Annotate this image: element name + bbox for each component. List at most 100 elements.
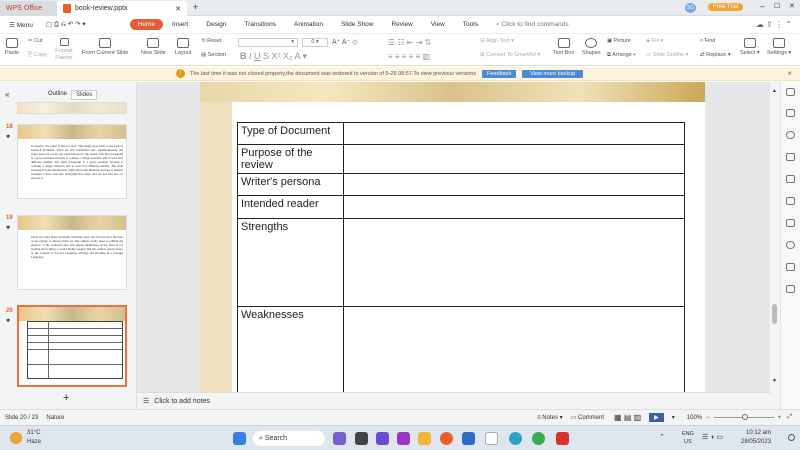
- windows-start-icon[interactable]: [233, 432, 246, 445]
- tab-slides[interactable]: Slides: [71, 90, 98, 100]
- teams-icon[interactable]: [376, 432, 389, 445]
- row-intended-reader[interactable]: Intended reader: [237, 195, 344, 219]
- notes-toggle[interactable]: ≡ Notes ▾: [537, 414, 563, 421]
- paste-button[interactable]: Paste: [5, 38, 19, 56]
- picture-icon[interactable]: [786, 219, 795, 227]
- history-icon[interactable]: [786, 241, 795, 249]
- avatar[interactable]: SG: [685, 3, 696, 13]
- font-size-controls[interactable]: A⁺ A⁻ ◇: [332, 38, 358, 46]
- zoom-level[interactable]: 100%: [687, 415, 702, 421]
- app-icon[interactable]: [397, 432, 410, 445]
- design-icon[interactable]: [786, 109, 795, 117]
- row-strengths[interactable]: Strengths: [237, 218, 344, 307]
- from-current-slide-button[interactable]: From Current Slide: [82, 38, 128, 56]
- cell-type-of-document[interactable]: [343, 122, 685, 145]
- notification-icon[interactable]: [788, 434, 795, 441]
- scroll-thumb[interactable]: [772, 304, 777, 324]
- row-weaknesses[interactable]: Weaknesses: [237, 306, 344, 395]
- play-slideshow-icon[interactable]: ▶: [649, 413, 664, 422]
- tab-transitions[interactable]: Transitions: [235, 21, 285, 28]
- reset-button[interactable]: ⟲ Reset: [201, 38, 222, 44]
- collapse-panel-icon[interactable]: «: [5, 90, 9, 99]
- cut-button[interactable]: ✂ Cut: [28, 38, 43, 44]
- zoom-in-icon[interactable]: +: [778, 415, 782, 421]
- convert-smartart-button[interactable]: ⊞ Convert To SmartArt ▾: [480, 52, 540, 58]
- slide-thumbnail-17[interactable]: [17, 102, 127, 114]
- scroll-down-icon[interactable]: ▼: [772, 378, 777, 384]
- taskbar-search[interactable]: ⌕ Search: [253, 431, 325, 446]
- settings-button[interactable]: Settings ▾: [767, 38, 791, 56]
- align-text-button[interactable]: ⊟ Align Text ▾: [480, 38, 514, 44]
- arrange-button[interactable]: ⧉ Arrange ▾: [607, 52, 636, 59]
- minimize-icon[interactable]: –: [760, 2, 764, 11]
- select-button[interactable]: Select ▾: [740, 38, 760, 56]
- cell-writers-persona[interactable]: [343, 173, 685, 196]
- clock-time[interactable]: 10:12 am: [746, 430, 771, 436]
- cell-intended-reader[interactable]: [343, 195, 685, 219]
- list-buttons[interactable]: ☰ ☷ ⇤ ⇥ ⇅: [388, 38, 431, 47]
- vertical-scrollbar[interactable]: ▲ ▼: [770, 82, 780, 409]
- toolbar-quick-icons[interactable]: ▢ ⎙ ⎌ ↶ ↷ ▾: [42, 20, 90, 29]
- transition-icon[interactable]: [786, 153, 795, 161]
- review-table[interactable]: Type of Document Purpose of the review W…: [237, 122, 685, 395]
- tab-home[interactable]: Home: [129, 19, 163, 30]
- firefox-icon[interactable]: [440, 432, 453, 445]
- close-notice-icon[interactable]: ✕: [787, 71, 792, 77]
- fit-window-icon[interactable]: ⤢: [787, 414, 792, 421]
- cell-strengths[interactable]: [343, 218, 685, 307]
- maximize-icon[interactable]: ☐: [774, 2, 780, 10]
- tab-design[interactable]: Design: [197, 21, 235, 28]
- app-icon[interactable]: [485, 432, 498, 445]
- slide-outline-button[interactable]: ▭ Slide Outline ▾: [646, 52, 688, 58]
- slide-thumbnail-19[interactable]: There are other major problems with this…: [17, 215, 127, 290]
- close-window-icon[interactable]: ✕: [789, 2, 795, 10]
- weather-condition[interactable]: Haze: [27, 439, 41, 445]
- app-icon[interactable]: [333, 432, 346, 445]
- text-box-button[interactable]: Text Box: [553, 38, 574, 56]
- menu-button[interactable]: ☰ Menu: [0, 21, 42, 29]
- document-tab[interactable]: book-review.pptx ✕: [57, 1, 187, 16]
- show-hidden-icons[interactable]: ⌃: [659, 433, 665, 441]
- copy-button[interactable]: ⎘ Copy: [28, 52, 47, 59]
- animation-icon[interactable]: [786, 131, 795, 139]
- font-style-buttons[interactable]: B I U S X² X₂ A ▾: [240, 51, 307, 62]
- tab-review[interactable]: Review: [382, 21, 421, 28]
- replace-button[interactable]: ⇄ Replace ▾: [700, 52, 731, 58]
- section-button[interactable]: ▤ Section: [201, 52, 226, 58]
- cell-weaknesses[interactable]: [343, 306, 685, 395]
- language-region[interactable]: US: [684, 439, 692, 445]
- free-trial-button[interactable]: Free Trial: [708, 3, 744, 11]
- view-more-backup-button[interactable]: View more backup: [522, 69, 584, 78]
- tab-slide-show[interactable]: Slide Show: [332, 21, 383, 28]
- row-purpose-of-review[interactable]: Purpose of the review: [237, 144, 344, 174]
- fill-button[interactable]: ◈ Fill ▾: [646, 38, 663, 44]
- new-slide-button[interactable]: New Slide: [141, 38, 166, 56]
- shapes-button[interactable]: Shapes: [582, 38, 601, 56]
- shape-icon[interactable]: [786, 197, 795, 205]
- font-name-select[interactable]: ▾: [238, 38, 298, 47]
- row-writers-persona[interactable]: Writer's persona: [237, 173, 344, 196]
- tab-insert[interactable]: Insert: [163, 21, 197, 28]
- feedback-button[interactable]: Feedback: [482, 69, 517, 78]
- system-tray-icons[interactable]: ☰ ◖ ▭: [702, 433, 723, 441]
- zoom-out-icon[interactable]: −: [706, 415, 710, 421]
- microsoft-store-icon[interactable]: [462, 432, 475, 445]
- language-code[interactable]: ENG: [682, 431, 694, 437]
- find-button[interactable]: ⌕ Find: [700, 38, 715, 45]
- new-tab-icon[interactable]: +: [193, 2, 198, 12]
- format-icon[interactable]: [786, 175, 795, 183]
- zoom-slider[interactable]: [713, 414, 774, 420]
- add-slide-icon[interactable]: +: [63, 392, 69, 404]
- scroll-up-icon[interactable]: ▲: [772, 88, 777, 94]
- view-mode-icons[interactable]: ▦ ▤ ▥: [614, 413, 641, 422]
- format-painter-button[interactable]: Format Painter: [52, 38, 76, 62]
- tab-animation[interactable]: Animation: [285, 21, 332, 28]
- paragraph-align-buttons[interactable]: ≡ ≡ ≡ ≡ ≡ ▥: [388, 52, 430, 61]
- tab-tools[interactable]: Tools: [454, 21, 487, 28]
- clock-date[interactable]: 28/05/2023: [741, 439, 771, 445]
- tab-outline[interactable]: Outline: [44, 90, 71, 98]
- slideshow-options[interactable]: ▾: [672, 414, 675, 421]
- theme-name[interactable]: Nature: [46, 415, 64, 421]
- comment-toggle[interactable]: ▭ Comment: [571, 414, 604, 421]
- zoom-slider-thumb[interactable]: [741, 414, 748, 420]
